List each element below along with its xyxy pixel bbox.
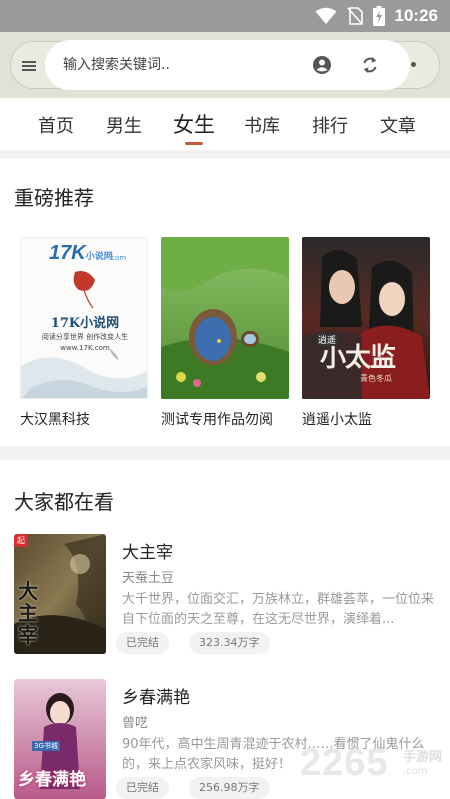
search-bar[interactable] — [45, 40, 410, 90]
cover-title: 大主宰 — [18, 579, 38, 647]
tab-library[interactable]: 书库 — [244, 112, 280, 138]
book-title[interactable]: 乡春满艳 — [122, 683, 190, 708]
word-count-badge: 256.98万字 — [189, 777, 270, 799]
tab-ranking[interactable]: 排行 — [312, 112, 348, 138]
cover-badge: 3G书城 — [32, 741, 60, 751]
featured-book-card[interactable]: 17K小说网 .com 17K小说网 阅读分享世界 创作改变人生 www.17K… — [20, 237, 148, 429]
book-cover[interactable] — [161, 237, 289, 399]
featured-section: 重磅推荐 17K小说网 .com 17K小说网 阅读分享世界 创作改变人生 ww… — [0, 158, 450, 446]
cover-logo: 17K小说网 — [49, 242, 113, 264]
book-cover[interactable]: 17K小说网 .com 17K小说网 阅读分享世界 创作改变人生 www.17K… — [20, 237, 148, 399]
active-tab-indicator — [185, 142, 203, 145]
book-cover[interactable]: 小太监 逍遥 青色冬瓜 — [302, 237, 430, 399]
cover-badge: 起 — [14, 534, 28, 547]
refresh-icon[interactable] — [360, 55, 380, 75]
list-item[interactable]: 3G书城 乡春满艳 乡春满艳 曾呓 90年代，高中生周青混迹于农村……看惯了仙鬼… — [14, 679, 439, 799]
more-dot-icon[interactable] — [411, 62, 416, 67]
popular-title: 大家都在看 — [14, 490, 114, 514]
featured-title: 重磅推荐 — [14, 186, 94, 210]
featured-book-card[interactable]: 小太监 逍遥 青色冬瓜 逍遥小太监 — [302, 237, 430, 429]
book-cover[interactable]: 3G书城 乡春满艳 — [14, 679, 106, 799]
cover-author: 青色冬瓜 — [360, 374, 392, 383]
tab-male[interactable]: 男生 — [106, 112, 142, 138]
featured-book-title[interactable]: 大汉黑科技 — [20, 409, 148, 429]
cover-url: www.17K.com — [60, 344, 110, 352]
divider — [0, 150, 450, 158]
book-author: 曾呓 — [122, 716, 149, 731]
cover-title: 乡春满艳 — [18, 770, 86, 790]
category-tabs: 首页 男生 女生 书库 排行 文章 — [0, 98, 450, 150]
battery-charging-icon — [372, 6, 385, 26]
featured-book-title[interactable]: 测试专用作品勿阅 — [161, 409, 289, 429]
book-title[interactable]: 大主宰 — [122, 538, 173, 563]
user-icon[interactable] — [312, 55, 332, 75]
tab-home[interactable]: 首页 — [38, 112, 74, 138]
menu-icon[interactable] — [22, 61, 36, 71]
cover-name: 17K小说网 — [50, 316, 120, 331]
divider — [0, 446, 450, 460]
status-bar: 10:26 — [0, 0, 450, 32]
book-author: 天蚕土豆 — [122, 571, 175, 586]
tab-articles[interactable]: 文章 — [380, 112, 416, 138]
wifi-icon — [315, 7, 337, 24]
status-badge: 已完结 — [116, 777, 169, 799]
status-time: 10:26 — [394, 6, 438, 25]
book-cover[interactable]: 起 大主宰 — [14, 534, 106, 654]
no-sim-icon — [346, 7, 363, 25]
book-description: 大千世界，位面交汇，万族林立，群雄荟萃，一位位来自下位面的天之至尊，在这无尽世界… — [122, 592, 435, 627]
search-header — [0, 32, 450, 98]
cover-logo-url: .com — [109, 254, 127, 262]
popular-section: 大家都在看 起 大主宰 大主宰 天蚕土豆 大千世界，位面交汇，万族林立，群雄荟萃… — [0, 460, 450, 799]
cover-slogan: 阅读分享世界 创作改变人生 — [41, 333, 129, 341]
featured-book-card[interactable]: 测试专用作品勿阅 — [161, 237, 289, 429]
book-description: 90年代，高中生周青混迹于农村……看惯了仙鬼什么的，来上点农家风味，挺好！ — [122, 737, 425, 772]
word-count-badge: 323.34万字 — [189, 632, 270, 654]
featured-book-title[interactable]: 逍遥小太监 — [302, 409, 430, 429]
cover-title-small: 逍遥 — [316, 333, 339, 346]
tab-female[interactable]: 女生 — [173, 109, 215, 139]
search-input[interactable] — [63, 53, 283, 77]
list-item[interactable]: 起 大主宰 大主宰 天蚕土豆 大千世界，位面交汇，万族林立，群雄荟萃，一位位来自… — [14, 534, 439, 662]
status-badge: 已完结 — [116, 632, 169, 654]
